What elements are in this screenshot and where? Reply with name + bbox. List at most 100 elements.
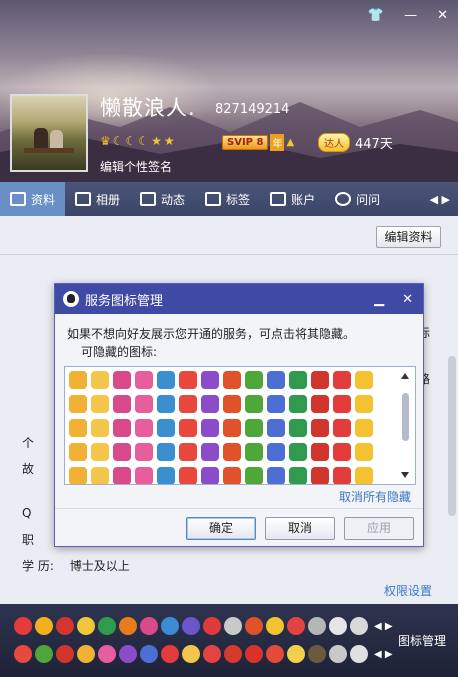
service-icon[interactable] [161,645,179,663]
service-icon[interactable] [35,617,53,635]
skin-icon[interactable]: 👕 [368,8,384,23]
service-icon[interactable] [179,371,197,389]
scroll-arrows-icon[interactable]: ◀ ▶ [374,649,393,660]
service-icon[interactable] [119,645,137,663]
service-icon[interactable] [333,395,351,413]
service-icon[interactable] [355,419,373,437]
service-icon[interactable] [69,395,87,413]
service-icon[interactable] [140,645,158,663]
ok-button[interactable]: 确定 [186,517,256,540]
minimize-icon[interactable]: — [404,8,417,23]
service-icon[interactable] [157,443,175,461]
cancel-all-hidden-link[interactable]: 取消所有隐藏 [339,488,411,505]
service-icon[interactable] [267,443,285,461]
service-icon[interactable] [333,371,351,389]
service-icon[interactable] [179,443,197,461]
service-icon[interactable] [203,645,221,663]
scrollbar[interactable] [448,356,456,516]
tab-account[interactable]: 账户 [260,182,325,216]
vip-badge[interactable]: SVIP 8 年 ▲ [222,134,294,151]
service-icon[interactable] [69,371,87,389]
service-icon[interactable] [329,617,347,635]
service-icon[interactable] [224,617,242,635]
service-icon[interactable] [201,419,219,437]
service-icon[interactable] [289,419,307,437]
service-icon[interactable] [179,419,197,437]
service-icon[interactable] [113,443,131,461]
service-icon[interactable] [157,467,175,484]
service-icon[interactable] [245,395,263,413]
service-icon[interactable] [91,467,109,484]
service-icon[interactable] [91,371,109,389]
service-icon[interactable] [266,617,284,635]
service-icon[interactable] [14,617,32,635]
scroll-arrows-icon[interactable]: ◀ ▶ [374,621,393,632]
service-icon[interactable] [77,645,95,663]
service-icon[interactable] [157,395,175,413]
service-icon[interactable] [91,443,109,461]
service-icon[interactable] [201,467,219,484]
service-icon[interactable] [308,645,326,663]
service-icon[interactable] [287,617,305,635]
service-icon[interactable] [179,395,197,413]
service-icon[interactable] [223,443,241,461]
service-icon[interactable] [113,419,131,437]
service-icon[interactable] [201,371,219,389]
close-icon[interactable]: ✕ [402,292,413,307]
edit-profile-button[interactable]: 编辑资料 [376,226,441,248]
service-icon[interactable] [224,645,242,663]
service-icon[interactable] [201,443,219,461]
service-icon[interactable] [69,419,87,437]
service-icon[interactable] [113,395,131,413]
signature-edit[interactable]: 编辑个性签名 [100,158,172,175]
service-icon[interactable] [69,467,87,484]
service-icon[interactable] [287,645,305,663]
service-icon[interactable] [98,645,116,663]
avatar[interactable] [10,94,88,172]
service-icon[interactable] [135,395,153,413]
service-icon[interactable] [161,617,179,635]
service-icon[interactable] [113,467,131,484]
service-icon[interactable] [289,467,307,484]
service-icon[interactable] [333,467,351,484]
service-icon[interactable] [329,645,347,663]
service-icon[interactable] [201,395,219,413]
service-icon[interactable] [98,617,116,635]
service-icon[interactable] [350,645,368,663]
service-icon[interactable] [91,395,109,413]
tab-profile[interactable]: 资料 [0,182,66,216]
minimize-icon[interactable]: ▁ [374,292,384,307]
service-icon[interactable] [35,645,53,663]
service-icon[interactable] [56,617,74,635]
service-icon[interactable] [182,645,200,663]
service-icon[interactable] [14,645,32,663]
service-icon[interactable] [157,371,175,389]
service-icon[interactable] [223,371,241,389]
service-icon[interactable] [355,395,373,413]
service-icon[interactable] [182,617,200,635]
service-icon[interactable] [355,371,373,389]
service-icon[interactable] [135,419,153,437]
service-icon[interactable] [223,467,241,484]
scroll-down-icon[interactable] [401,472,409,478]
daren-badge[interactable]: 达人 447天 [318,133,393,152]
permission-settings-link[interactable]: 权限设置 [384,582,432,599]
service-icon[interactable] [113,371,131,389]
service-icon[interactable] [355,467,373,484]
service-icon[interactable] [245,371,263,389]
service-icon[interactable] [289,395,307,413]
service-icon[interactable] [245,443,263,461]
tab-tags[interactable]: 标签 [195,182,260,216]
service-icon[interactable] [311,419,329,437]
service-icon[interactable] [267,419,285,437]
cancel-button[interactable]: 取消 [265,517,335,540]
service-icon[interactable] [245,467,263,484]
service-icon[interactable] [119,617,137,635]
service-icon[interactable] [56,645,74,663]
service-icon[interactable] [355,443,373,461]
service-icon[interactable] [223,419,241,437]
service-icon[interactable] [69,443,87,461]
tab-ask[interactable]: 问问 [325,182,390,216]
service-icon[interactable] [308,617,326,635]
service-icon[interactable] [311,467,329,484]
